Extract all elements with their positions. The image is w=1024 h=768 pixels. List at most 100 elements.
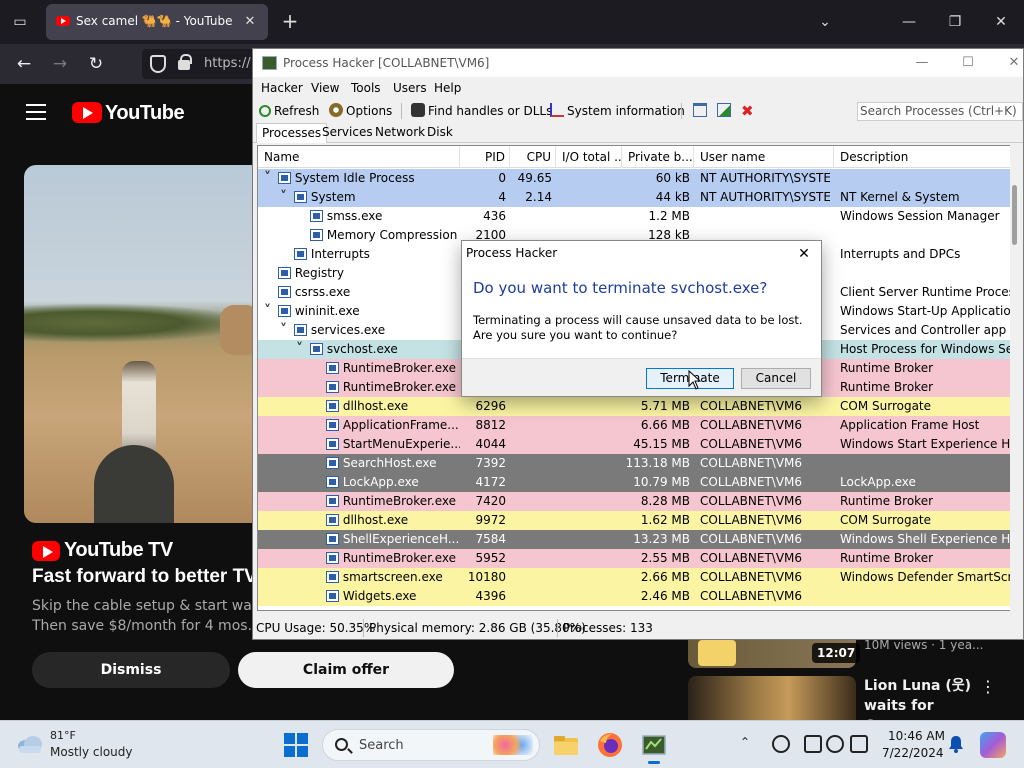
search-processes-input[interactable]: Search Processes (Ctrl+K) (857, 102, 1023, 121)
process-row[interactable]: RuntimeBroker.exe 7420 8.28 MB COLLABNET\VM… (258, 492, 1013, 511)
expand-chevron-icon[interactable]: ˅ (264, 302, 274, 321)
process-row[interactable]: StartMenuExperie... 4044 45.15 MB COLLABNET… (258, 435, 1013, 454)
browser-tab-youtube[interactable]: Sex camel 🐫🐪 - YouTube ✕ (46, 4, 268, 40)
menu-hacker[interactable]: Hacker (261, 81, 303, 95)
tracking-shield-icon[interactable] (150, 55, 166, 73)
notification-bell-icon[interactable] (948, 735, 964, 753)
tab-close-icon[interactable]: ✕ (240, 12, 260, 32)
clock-time[interactable]: 10:46 AM (888, 729, 945, 743)
ad-image[interactable] (24, 165, 254, 523)
maximize-icon[interactable]: ❐ (940, 10, 970, 34)
process-name-cell: StartMenuExperie... (312, 435, 460, 454)
weather-temperature[interactable]: 81°F (50, 729, 76, 742)
expand-chevron-icon[interactable]: ˅ (280, 321, 290, 340)
process-window-icon (325, 381, 339, 393)
terminate-x-icon[interactable]: ✖ (741, 102, 754, 120)
process-name: Memory Compression (326, 228, 458, 242)
expand-chevron-icon[interactable]: ˅ (264, 169, 274, 188)
youtube-logo[interactable]: YouTube (72, 102, 185, 126)
tab-services[interactable]: Services (317, 123, 378, 143)
ph-minimize-icon[interactable]: — (909, 53, 935, 73)
minimize-icon[interactable]: — (894, 10, 924, 34)
firefox-icon[interactable] (596, 731, 624, 759)
process-row[interactable]: smartscreen.exe 10180 2.66 MB COLLABNET\VM6… (258, 568, 1013, 587)
file-explorer-icon[interactable] (552, 731, 580, 759)
youtube-play-icon (32, 541, 60, 561)
process-row[interactable]: smss.exe 436 1.2 MB Windows Session Manager (258, 207, 1013, 226)
menu-icon[interactable] (26, 104, 46, 120)
window-icon[interactable] (693, 102, 710, 120)
weather-description[interactable]: Mostly cloudy (50, 745, 133, 759)
display-icon[interactable] (804, 735, 822, 753)
process-cpu (510, 530, 552, 549)
menu-users[interactable]: Users (393, 81, 427, 95)
related-video-thumbnail-lion[interactable] (688, 676, 856, 720)
column-name[interactable]: Name (258, 146, 460, 168)
process-row[interactable]: ˅ System 4 2.14 44 kB NT AUTHORITY\SYSTEM NT … (258, 188, 1013, 207)
dialog-close-icon[interactable]: ✕ (791, 243, 817, 265)
process-cpu: 2.14 (525, 190, 552, 204)
process-private-bytes: 2.55 MB (640, 551, 690, 565)
menu-view[interactable]: View (311, 81, 339, 95)
back-arrow-icon[interactable]: ← (11, 52, 37, 76)
find-handles-button[interactable]: Find handles or DLLs (411, 102, 552, 120)
cancel-button[interactable]: Cancel (741, 368, 811, 389)
process-description: Runtime Broker (840, 361, 934, 375)
tab-overflow-chevron-icon[interactable]: ⌄ (810, 10, 840, 34)
tab-list-icon[interactable]: ▭ (8, 10, 32, 34)
ph-close-icon[interactable]: ✕ (1001, 53, 1024, 73)
copilot-icon[interactable] (980, 732, 1006, 758)
ph-title-bar[interactable]: Process Hacker [COLLABNET\VM6] — ☐ ✕ (253, 49, 1023, 77)
close-window-icon[interactable]: ✕ (986, 10, 1016, 34)
column-cpu[interactable]: CPU (510, 146, 556, 168)
clock-date[interactable]: 7/22/2024 (882, 746, 944, 760)
column-private-bytes[interactable]: Private b... (622, 146, 694, 168)
menu-help[interactable]: Help (434, 81, 461, 95)
process-row[interactable]: dllhost.exe 9972 1.62 MB COLLABNET\VM6 COM S… (258, 511, 1013, 530)
process-name-cell: smartscreen.exe (312, 568, 460, 587)
process-window-icon (277, 267, 291, 279)
options-button[interactable]: Options (329, 102, 392, 120)
forward-arrow-icon[interactable]: → (47, 52, 73, 76)
column-io-total[interactable]: I/O total ... (556, 146, 622, 168)
refresh-button[interactable]: Refresh (259, 102, 319, 120)
process-row[interactable]: Widgets.exe 4396 2.46 MB COLLABNET\VM6 (258, 587, 1013, 606)
claim-offer-button[interactable]: Claim offer (238, 652, 454, 688)
column-description[interactable]: Description (834, 146, 1013, 168)
process-row[interactable]: ApplicationFrame... 8812 6.66 MB COLLABNET\… (258, 416, 1013, 435)
cloud-weather-icon[interactable] (16, 733, 44, 755)
process-name: RuntimeBroker.exe (342, 361, 457, 375)
network-off-icon[interactable] (772, 735, 790, 753)
process-row[interactable]: LockApp.exe 4172 10.79 MB COLLABNET\VM6 Lock… (258, 473, 1013, 492)
menu-tools[interactable]: Tools (351, 81, 381, 95)
expand-chevron-icon[interactable]: ˅ (280, 188, 290, 207)
process-hacker-taskbar-icon[interactable] (640, 731, 668, 764)
process-name-cell: Widgets.exe (312, 587, 460, 606)
process-name-cell: csrss.exe (264, 283, 460, 302)
window-arrow-icon[interactable] (717, 102, 734, 120)
process-row[interactable]: SearchHost.exe 7392 113.18 MB COLLABNET\VM6 (258, 454, 1013, 473)
taskbar-search-box[interactable]: Search (322, 729, 540, 761)
show-hidden-icons-chevron-icon[interactable]: ⌃ (740, 735, 750, 749)
column-pid[interactable]: PID (460, 146, 510, 168)
windows-start-icon[interactable] (284, 733, 308, 757)
column-user-name[interactable]: User name (694, 146, 834, 168)
lock-icon[interactable] (178, 54, 192, 70)
process-row[interactable]: ShellExperienceH... 7584 13.23 MB COLLABNET… (258, 530, 1013, 549)
process-row[interactable]: ˅ System Idle Process 0 49.65 60 kB NT AUTHO… (258, 169, 1013, 188)
process-row[interactable]: dllhost.exe 6296 5.71 MB COLLABNET\VM6 COM S… (258, 397, 1013, 416)
more-options-icon[interactable]: ⋮ (980, 678, 996, 698)
process-table-scrollbar[interactable] (1010, 145, 1019, 611)
volume-icon[interactable] (850, 735, 868, 753)
new-tab-icon[interactable]: + (278, 10, 302, 34)
reload-icon[interactable]: ↻ (83, 52, 109, 76)
tab-disk[interactable]: Disk (422, 123, 458, 143)
process-row[interactable]: RuntimeBroker.exe 5952 2.55 MB COLLABNET\VM… (258, 549, 1013, 568)
process-name-cell: ShellExperienceH... (312, 530, 460, 549)
wifi-icon[interactable] (826, 735, 844, 753)
expand-chevron-icon[interactable]: ˅ (296, 340, 306, 359)
ph-maximize-icon[interactable]: ☐ (955, 53, 981, 73)
system-information-button[interactable]: System information (550, 102, 685, 120)
ad-body-line2: Then save $8/month for 4 mos. (32, 618, 253, 634)
dismiss-button[interactable]: Dismiss (32, 652, 230, 688)
